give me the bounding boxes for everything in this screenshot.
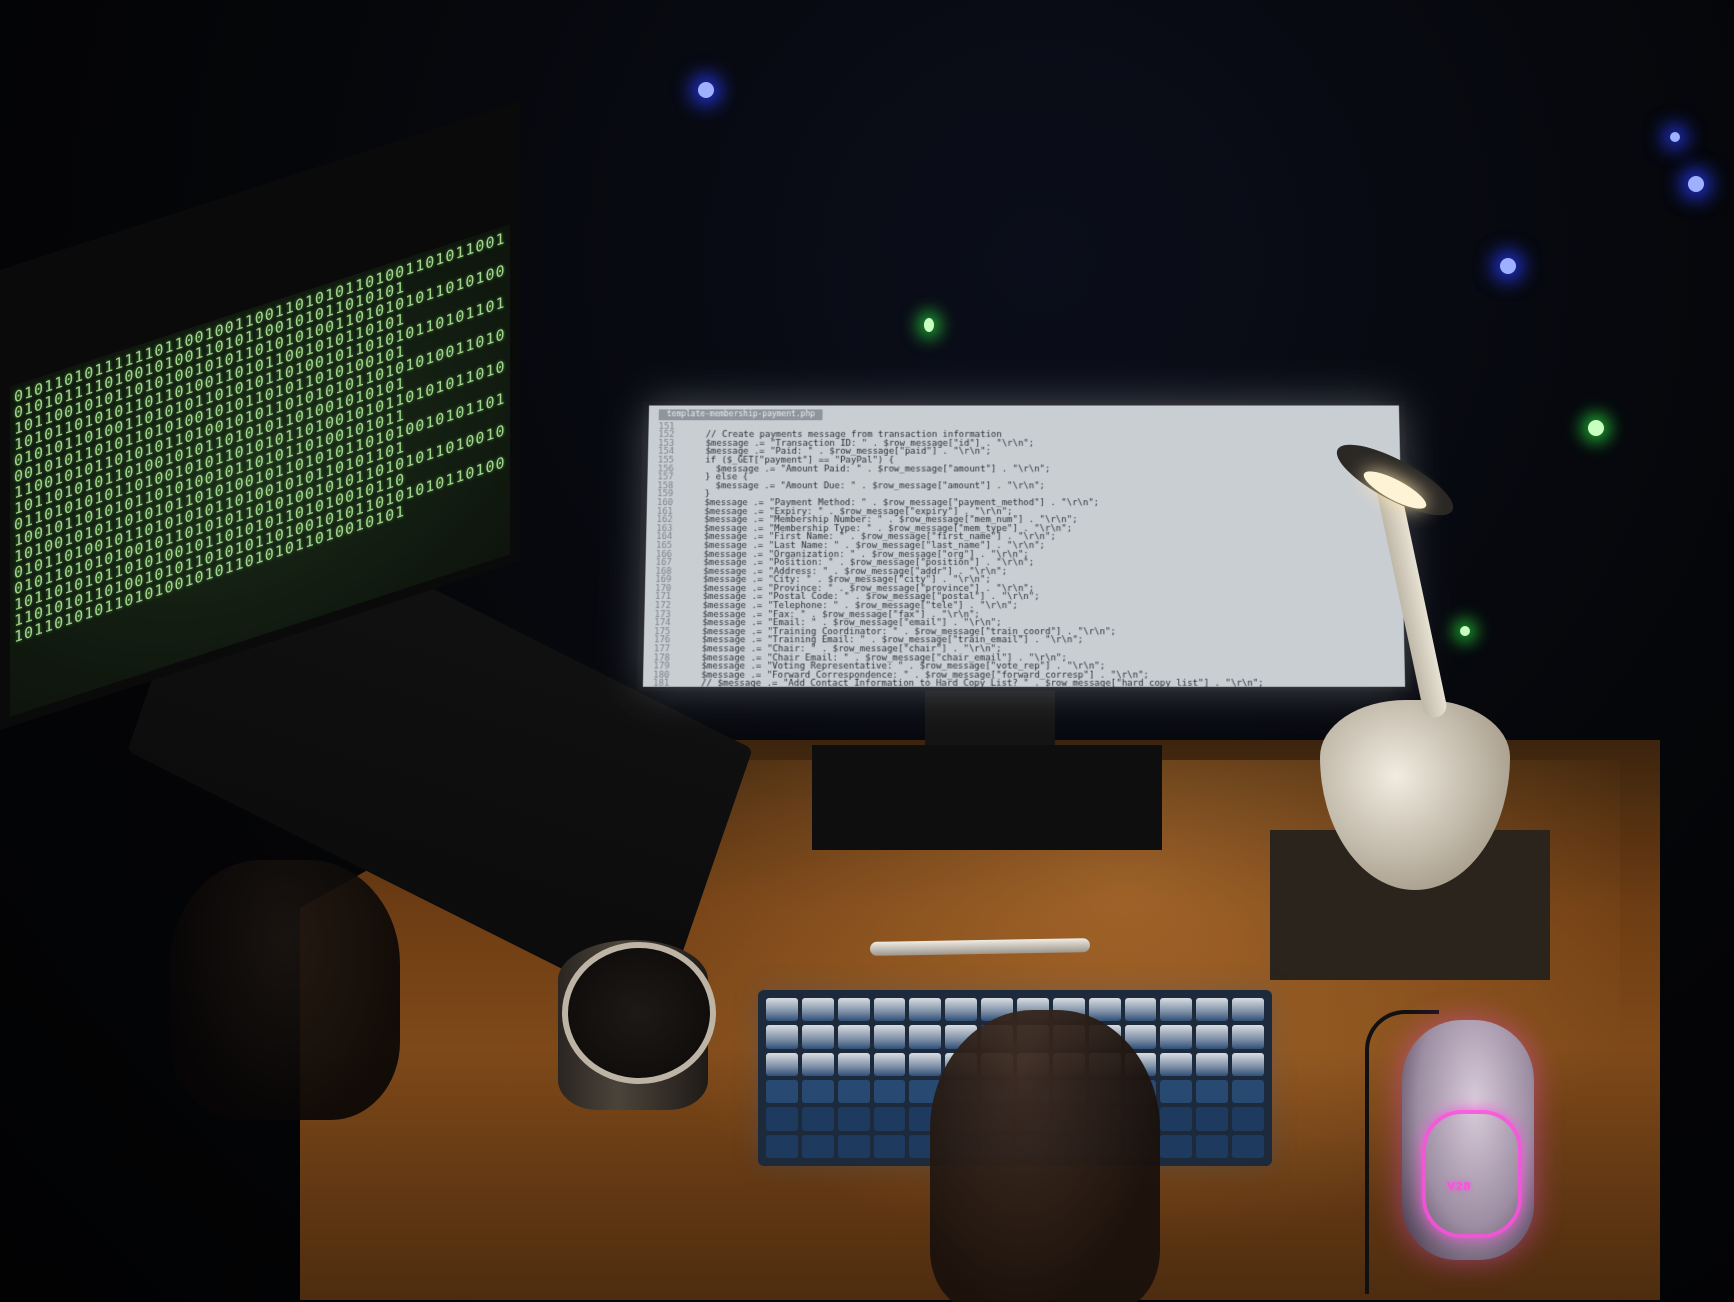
led-light-green-3 [1588, 420, 1604, 436]
keyboard-key[interactable] [1124, 998, 1157, 1022]
led-light-blue-3 [1500, 258, 1516, 274]
right-hand [930, 1010, 1160, 1302]
keyboard-key[interactable] [837, 1107, 870, 1131]
keyboard-key[interactable] [766, 1052, 798, 1076]
keyboard-key[interactable] [909, 1025, 942, 1049]
keyboard-key[interactable] [1160, 998, 1193, 1022]
keyboard-key[interactable] [801, 998, 834, 1022]
led-light-blue-4 [1688, 176, 1704, 192]
mouse-rgb-glow [1422, 1110, 1522, 1238]
keyboard-key[interactable] [1196, 998, 1229, 1022]
keyboard-key[interactable] [801, 1107, 834, 1131]
keyboard-key[interactable] [1160, 1025, 1193, 1049]
keyboard-key[interactable] [801, 1080, 834, 1104]
keyboard-key[interactable] [837, 1134, 870, 1158]
led-light-green-2 [924, 318, 934, 332]
code-lines: 151 152 // Create payments message from t… [652, 422, 1395, 687]
keyboard-key[interactable] [1232, 998, 1264, 1022]
keyboard-key[interactable] [766, 1107, 798, 1131]
keyboard-key[interactable] [909, 1052, 942, 1076]
led-light-blue-5 [1670, 132, 1680, 142]
code-line: 156 $message .= "Amount Paid: " . $row_m… [658, 464, 1391, 474]
keyboard-key[interactable] [1160, 1107, 1193, 1131]
keyboard-key[interactable] [837, 1080, 870, 1104]
monitor-stand-base [812, 745, 1162, 850]
desk-scene: 0101101011111101100100110011010101101001… [0, 0, 1734, 1302]
keyboard-key[interactable] [873, 1025, 906, 1049]
keyboard-key[interactable] [1196, 1052, 1229, 1076]
keyboard-key[interactable] [801, 1134, 834, 1158]
keyboard-key[interactable] [837, 998, 870, 1022]
mouse-logo: V28 [1447, 1180, 1471, 1193]
gaming-mouse[interactable]: V28 [1402, 1020, 1534, 1260]
keyboard-key[interactable] [1232, 1107, 1264, 1131]
main-monitor: template-membership-payment.php 151 152 /… [636, 401, 1412, 691]
keyboard-key[interactable] [1160, 1134, 1193, 1158]
keyboard-key[interactable] [766, 1025, 798, 1049]
code-text: $message .= "Amount Due: " . $row_messag… [683, 481, 1045, 492]
keyboard-key[interactable] [873, 998, 906, 1022]
left-hand [170, 860, 400, 1120]
led-light-blue-2 [698, 82, 714, 98]
keyboard-key[interactable] [1196, 1080, 1229, 1104]
keyboard-key[interactable] [766, 1134, 798, 1158]
keyboard-key[interactable] [873, 1052, 906, 1076]
keyboard-key[interactable] [1232, 1025, 1264, 1049]
line-number: 181 [652, 679, 670, 687]
keyboard-key[interactable] [1232, 1134, 1264, 1158]
keyboard-key[interactable] [801, 1025, 834, 1049]
keyboard-key[interactable] [1160, 1080, 1193, 1104]
keyboard-key[interactable] [1160, 1052, 1193, 1076]
keyboard-key[interactable] [766, 1080, 798, 1104]
code-line: 181 // $message .= "Add Contact Informat… [652, 679, 1395, 687]
keyboard-key[interactable] [945, 998, 978, 1022]
code-text: // $message .= "Add Contact Information … [679, 679, 1264, 687]
keyboard-key[interactable] [801, 1052, 834, 1076]
editor-file-tab[interactable]: template-membership-payment.php [658, 409, 823, 420]
keyboard-key[interactable] [873, 1107, 906, 1131]
coffee-mug-rim [562, 942, 716, 1084]
keyboard-key[interactable] [873, 1080, 906, 1104]
keyboard-key[interactable] [837, 1052, 870, 1076]
keyboard-key[interactable] [1196, 1025, 1229, 1049]
keyboard-key[interactable] [1232, 1052, 1264, 1076]
keyboard-key[interactable] [1232, 1080, 1264, 1104]
keyboard-key[interactable] [1196, 1107, 1229, 1131]
keyboard-key[interactable] [873, 1134, 906, 1158]
keyboard-key[interactable] [766, 998, 798, 1022]
keyboard-key[interactable] [909, 998, 942, 1022]
led-light-green-4 [1460, 626, 1470, 636]
keyboard-key[interactable] [837, 1025, 870, 1049]
keyboard-key[interactable] [1196, 1134, 1229, 1158]
code-line: 158 $message .= "Amount Due: " . $row_me… [657, 481, 1391, 492]
code-editor-screen: template-membership-payment.php 151 152 /… [642, 405, 1406, 687]
monitor-stand-neck [925, 690, 1055, 750]
